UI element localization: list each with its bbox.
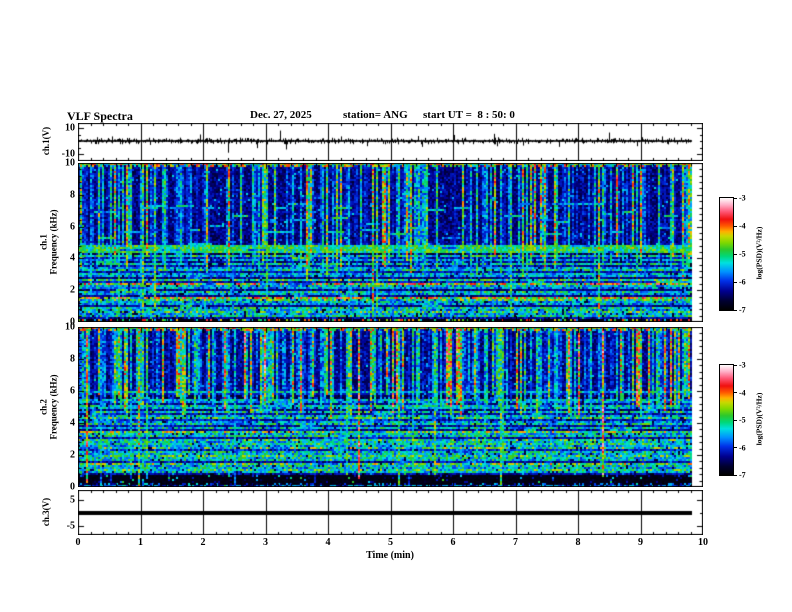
colorbar-tick-label: -3 [739, 193, 746, 203]
ch1-spec-ytick-label: 4 [70, 252, 75, 264]
ch2-spec-ytick-label: 2 [70, 449, 75, 461]
time-axis-label: Time (min) [366, 550, 414, 561]
ch2-label: ch.2 [38, 399, 49, 415]
ch1-spec-ytick-label: 6 [70, 221, 75, 233]
x-tick-label: 7 [513, 537, 518, 548]
ch3-wave-ytick-label: -5 [66, 520, 75, 532]
colorbar-tick-label: -4 [739, 221, 746, 231]
x-tick-label: 5 [388, 537, 393, 548]
colorbar-tick-label: -7 [739, 305, 746, 315]
colorbar-tick [733, 253, 737, 255]
colorbar-tick [733, 364, 737, 366]
ch1-spec-ytick-label: 8 [70, 189, 75, 201]
ch1-spectrogram-plot [78, 163, 703, 322]
ch2-spec-ytick-label: 10 [65, 321, 75, 333]
colorbar-tick [733, 225, 737, 227]
colorbar-tick-label: -4 [739, 388, 746, 397]
colorbar-tick [733, 309, 737, 311]
ch1-waveform-plot [78, 123, 703, 161]
ch2-spec-ytick-label: 8 [70, 353, 75, 365]
colorbar-tick [733, 474, 737, 476]
x-tick-label: 2 [200, 537, 206, 548]
frequency-units-label: Frequency (kHz) [49, 209, 59, 275]
ch3-wave-ytick-label: 5 [70, 494, 75, 506]
colorbar-tick-label: -6 [739, 277, 746, 287]
ch2-spec-ytick-label: 0 [70, 481, 75, 493]
colorbar-ch1 [719, 197, 734, 311]
x-tick-label: 3 [263, 537, 268, 548]
x-tick-label: 10 [698, 537, 708, 548]
x-tick-label: 0 [75, 537, 81, 548]
colorbar-tick [733, 197, 737, 199]
colorbar-tick-label: -5 [739, 415, 746, 425]
header-start-ut: start UT = 8 : 50: 0 [423, 109, 515, 121]
colorbar-tick [733, 392, 737, 393]
frequency-units-label: Frequency (kHz) [49, 374, 59, 440]
ch1-label: ch.1 [38, 234, 49, 250]
ch3-waveform-plot [78, 490, 703, 535]
vlf-spectra-figure: VLF Spectra Dec. 27, 2025 station= ANG s… [0, 0, 792, 612]
header-station: station= ANG [343, 109, 408, 121]
x-tick-label: 6 [450, 537, 456, 548]
colorbar-tick [733, 281, 737, 283]
colorbar-ch2 [719, 364, 734, 476]
x-tick-label: 1 [138, 537, 143, 548]
ch2-spec-ytick-label: 4 [70, 417, 75, 429]
x-tick-label: 9 [638, 537, 643, 548]
colorbar-tick [733, 419, 737, 421]
ch2-spectrogram-plot [78, 327, 703, 487]
figure-title: VLF Spectra [67, 109, 133, 123]
colorbar-tick-label: -7 [739, 470, 746, 480]
x-tick-label: 8 [575, 537, 581, 548]
colorbar-tick-label: -6 [739, 443, 746, 452]
header-date: Dec. 27, 2025 [250, 109, 312, 121]
ch1-wave-ytick-label: 10 [65, 122, 75, 134]
colorbar-tick-label: -3 [739, 360, 746, 370]
colorbar-tick-label: -5 [739, 249, 746, 259]
ch1-spec-ytick-label: 10 [65, 157, 75, 169]
colorbar-tick [733, 447, 737, 448]
ch2-spec-ytick-label: 6 [70, 385, 75, 397]
ch1-spec-ytick-label: 2 [70, 284, 75, 296]
x-tick-label: 4 [325, 537, 331, 548]
